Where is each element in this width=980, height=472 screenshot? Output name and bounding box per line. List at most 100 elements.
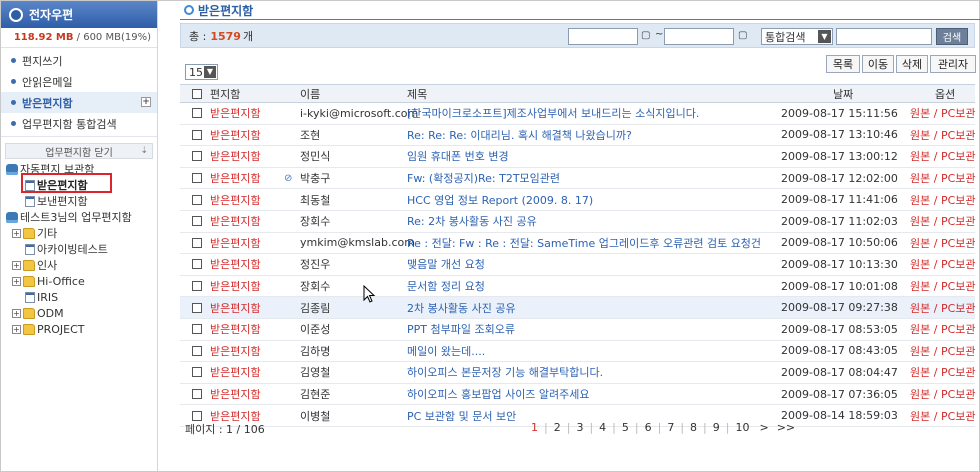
start-date-input[interactable] <box>568 28 638 45</box>
subject-link[interactable]: 임원 휴대폰 번호 변경 <box>407 148 762 164</box>
col-header-date[interactable]: 날짜 <box>833 86 853 102</box>
tree-item-hr[interactable]: + 인사 <box>6 257 157 273</box>
select-all-checkbox[interactable] <box>192 88 202 99</box>
sender-cell[interactable]: 최동철 <box>300 192 330 208</box>
tree-item-project[interactable]: + PROJECT <box>6 321 157 337</box>
tree-item-odm[interactable]: + ODM <box>6 305 157 321</box>
sender-cell[interactable]: ymkim@kmslab.com <box>300 236 415 249</box>
page-link[interactable]: 8 <box>684 421 703 434</box>
option-links[interactable]: 원본 / PC보관 <box>910 213 976 229</box>
option-links[interactable]: 원본 / PC보관 <box>910 170 976 186</box>
option-links[interactable]: 원본 / PC보관 <box>910 256 976 272</box>
subject-link[interactable]: [한국마이크로소프트]제조사업부에서 보내드리는 소식지입니다. <box>407 105 762 121</box>
col-header-subject[interactable]: 제목 <box>407 86 762 102</box>
row-checkbox[interactable] <box>192 389 202 400</box>
row-checkbox[interactable] <box>192 129 202 140</box>
row-checkbox[interactable] <box>192 108 202 119</box>
pin-icon[interactable]: ⇣ <box>140 146 148 156</box>
table-row[interactable]: 받은편지함 장회수 Re: 2차 봉사활동 사진 공유 2009-08-17 11:0… <box>180 211 976 233</box>
calendar-icon[interactable]: ▢ <box>641 30 650 41</box>
table-row[interactable]: 받은편지함 김하명 메일이 왔는데.... 2009-08-17 08:43:05 원본… <box>180 341 976 363</box>
sender-cell[interactable]: 김영철 <box>300 364 330 380</box>
page-link[interactable]: 4 <box>593 421 612 434</box>
sidebar-item-compose[interactable]: 편지쓰기 <box>1 50 157 71</box>
option-links[interactable]: 원본 / PC보관 <box>910 364 976 380</box>
row-checkbox[interactable] <box>192 324 202 335</box>
subject-link[interactable]: 맺음말 개선 요청 <box>407 256 762 272</box>
table-row[interactable]: 받은편지함 정진우 맺음말 개선 요청 2009-08-17 10:13:30 원본 /… <box>180 254 976 276</box>
row-checkbox[interactable] <box>192 151 202 162</box>
page-link[interactable]: 7 <box>661 421 680 434</box>
option-links[interactable]: 원본 / PC보관 <box>910 127 976 143</box>
calendar-icon[interactable]: ▢ <box>738 30 747 41</box>
search-input[interactable] <box>836 28 932 45</box>
option-links[interactable]: 원본 / PC보관 <box>910 343 976 359</box>
table-row[interactable]: 받은편지함 최동철 HCC 영업 정보 Report (2009. 8. 17) 20… <box>180 189 976 211</box>
subject-link[interactable]: 2차 봉사활동 사진 공유 <box>407 300 762 316</box>
table-row[interactable]: 받은편지함 이준성 PPT 첨부파일 조회오류 2009-08-17 08:53:05… <box>180 319 976 341</box>
tree-item-etc[interactable]: + 기타 <box>6 225 157 241</box>
sidebar-item-work-search[interactable]: 업무편지함 통합검색 <box>1 113 157 134</box>
option-links[interactable]: 원본 / PC보관 <box>910 148 976 164</box>
row-checkbox[interactable] <box>192 194 202 205</box>
expand-plus-icon[interactable]: + <box>12 308 21 318</box>
subject-link[interactable]: Re : 전달: Fw : Re : 전달: SameTime 업그레이드후 오… <box>407 235 762 251</box>
subject-link[interactable]: 하이오피스 본문저장 기능 해결부탁합니다. <box>407 364 762 380</box>
next-page-button[interactable]: > <box>755 421 772 434</box>
page-link[interactable]: 3 <box>570 421 589 434</box>
sender-cell[interactable]: 박충구 <box>300 170 330 186</box>
sidebar-header[interactable]: 전자우편 <box>1 1 157 28</box>
sender-cell[interactable]: 이준성 <box>300 321 330 337</box>
option-links[interactable]: 원본 / PC보관 <box>910 386 976 402</box>
expand-plus-icon[interactable]: + <box>12 324 21 334</box>
page-link[interactable]: 2 <box>548 421 567 434</box>
per-page-select[interactable]: 15 ▼ <box>185 64 218 80</box>
option-links[interactable]: 원본 / PC보관 <box>910 235 976 251</box>
subject-link[interactable]: Fw: (확정공지)Re: T2T모임관련 <box>407 170 762 186</box>
delete-button[interactable]: 삭제 <box>896 55 928 73</box>
page-link[interactable]: 6 <box>639 421 658 434</box>
col-header-name[interactable]: 이름 <box>300 86 320 102</box>
subject-link[interactable]: HCC 영업 정보 Report (2009. 8. 17) <box>407 192 762 208</box>
sender-cell[interactable]: i-kyki@microsoft.com <box>300 107 418 120</box>
option-links[interactable]: 원본 / PC보관 <box>910 321 976 337</box>
last-page-button[interactable]: >> <box>773 421 799 434</box>
page-link[interactable]: 5 <box>616 421 635 434</box>
subject-link[interactable]: Re: Re: Re: 이대리님. 혹시 해결책 나왔습니까? <box>407 127 762 143</box>
search-button[interactable]: 검색 <box>936 28 968 45</box>
subject-link[interactable]: 문서함 정리 요청 <box>407 278 762 294</box>
option-links[interactable]: 원본 / PC보관 <box>910 192 976 208</box>
subject-link[interactable]: Re: 2차 봉사활동 사진 공유 <box>407 213 762 229</box>
sender-cell[interactable]: 정민식 <box>300 148 330 164</box>
page-link[interactable]: 10 <box>729 421 755 434</box>
tree-item-iris[interactable]: IRIS <box>6 289 157 305</box>
sender-cell[interactable]: 정진우 <box>300 256 330 272</box>
sender-cell[interactable]: 장회수 <box>300 213 330 229</box>
page-link[interactable]: 1 <box>525 421 544 434</box>
table-row[interactable]: 받은편지함 ymkim@kmslab.com Re : 전달: Fw : Re : … <box>180 233 976 255</box>
table-row[interactable]: 받은편지함 박충구 Fw: (확정공지)Re: T2T모임관련 2009-08-17 … <box>180 168 976 190</box>
expand-plus-icon[interactable]: + <box>12 260 21 270</box>
table-row[interactable]: 받은편지함 조현 Re: Re: Re: 이대리님. 혹시 해결책 나왔습니까? 20… <box>180 125 976 147</box>
row-checkbox[interactable] <box>192 302 202 313</box>
option-links[interactable]: 원본 / PC보관 <box>910 278 976 294</box>
close-work-mailbox-button[interactable]: 업무편지함 닫기 ⇣ <box>5 143 153 159</box>
sender-cell[interactable]: 김종림 <box>300 300 330 316</box>
col-header-box[interactable]: 편지함 <box>210 86 240 102</box>
row-checkbox[interactable] <box>192 216 202 227</box>
table-row[interactable]: 받은편지함 장회수 문서함 정리 요청 2009-08-17 10:01:08 원본 /… <box>180 276 976 298</box>
list-button[interactable]: 목록 <box>826 55 860 73</box>
expand-plus-icon[interactable]: + <box>12 228 21 238</box>
row-checkbox[interactable] <box>192 410 202 421</box>
option-links[interactable]: 원본 / PC보관 <box>910 300 976 316</box>
row-checkbox[interactable] <box>192 173 202 184</box>
subject-link[interactable]: 하이오피스 홍보팝업 사이즈 알려주세요 <box>407 386 762 402</box>
sender-cell[interactable]: 김현준 <box>300 386 330 402</box>
row-checkbox[interactable] <box>192 281 202 292</box>
sidebar-item-unread[interactable]: 안읽은메일 <box>1 71 157 92</box>
sender-cell[interactable]: 이병철 <box>300 408 330 424</box>
table-row[interactable]: 받은편지함 정민식 임원 휴대폰 번호 변경 2009-08-17 13:00:12 원… <box>180 146 976 168</box>
subject-link[interactable]: PPT 첨부파일 조회오류 <box>407 321 762 337</box>
tree-group-work-mailbox[interactable]: 테스트3님의 업무편지함 <box>6 209 157 225</box>
row-checkbox[interactable] <box>192 367 202 378</box>
